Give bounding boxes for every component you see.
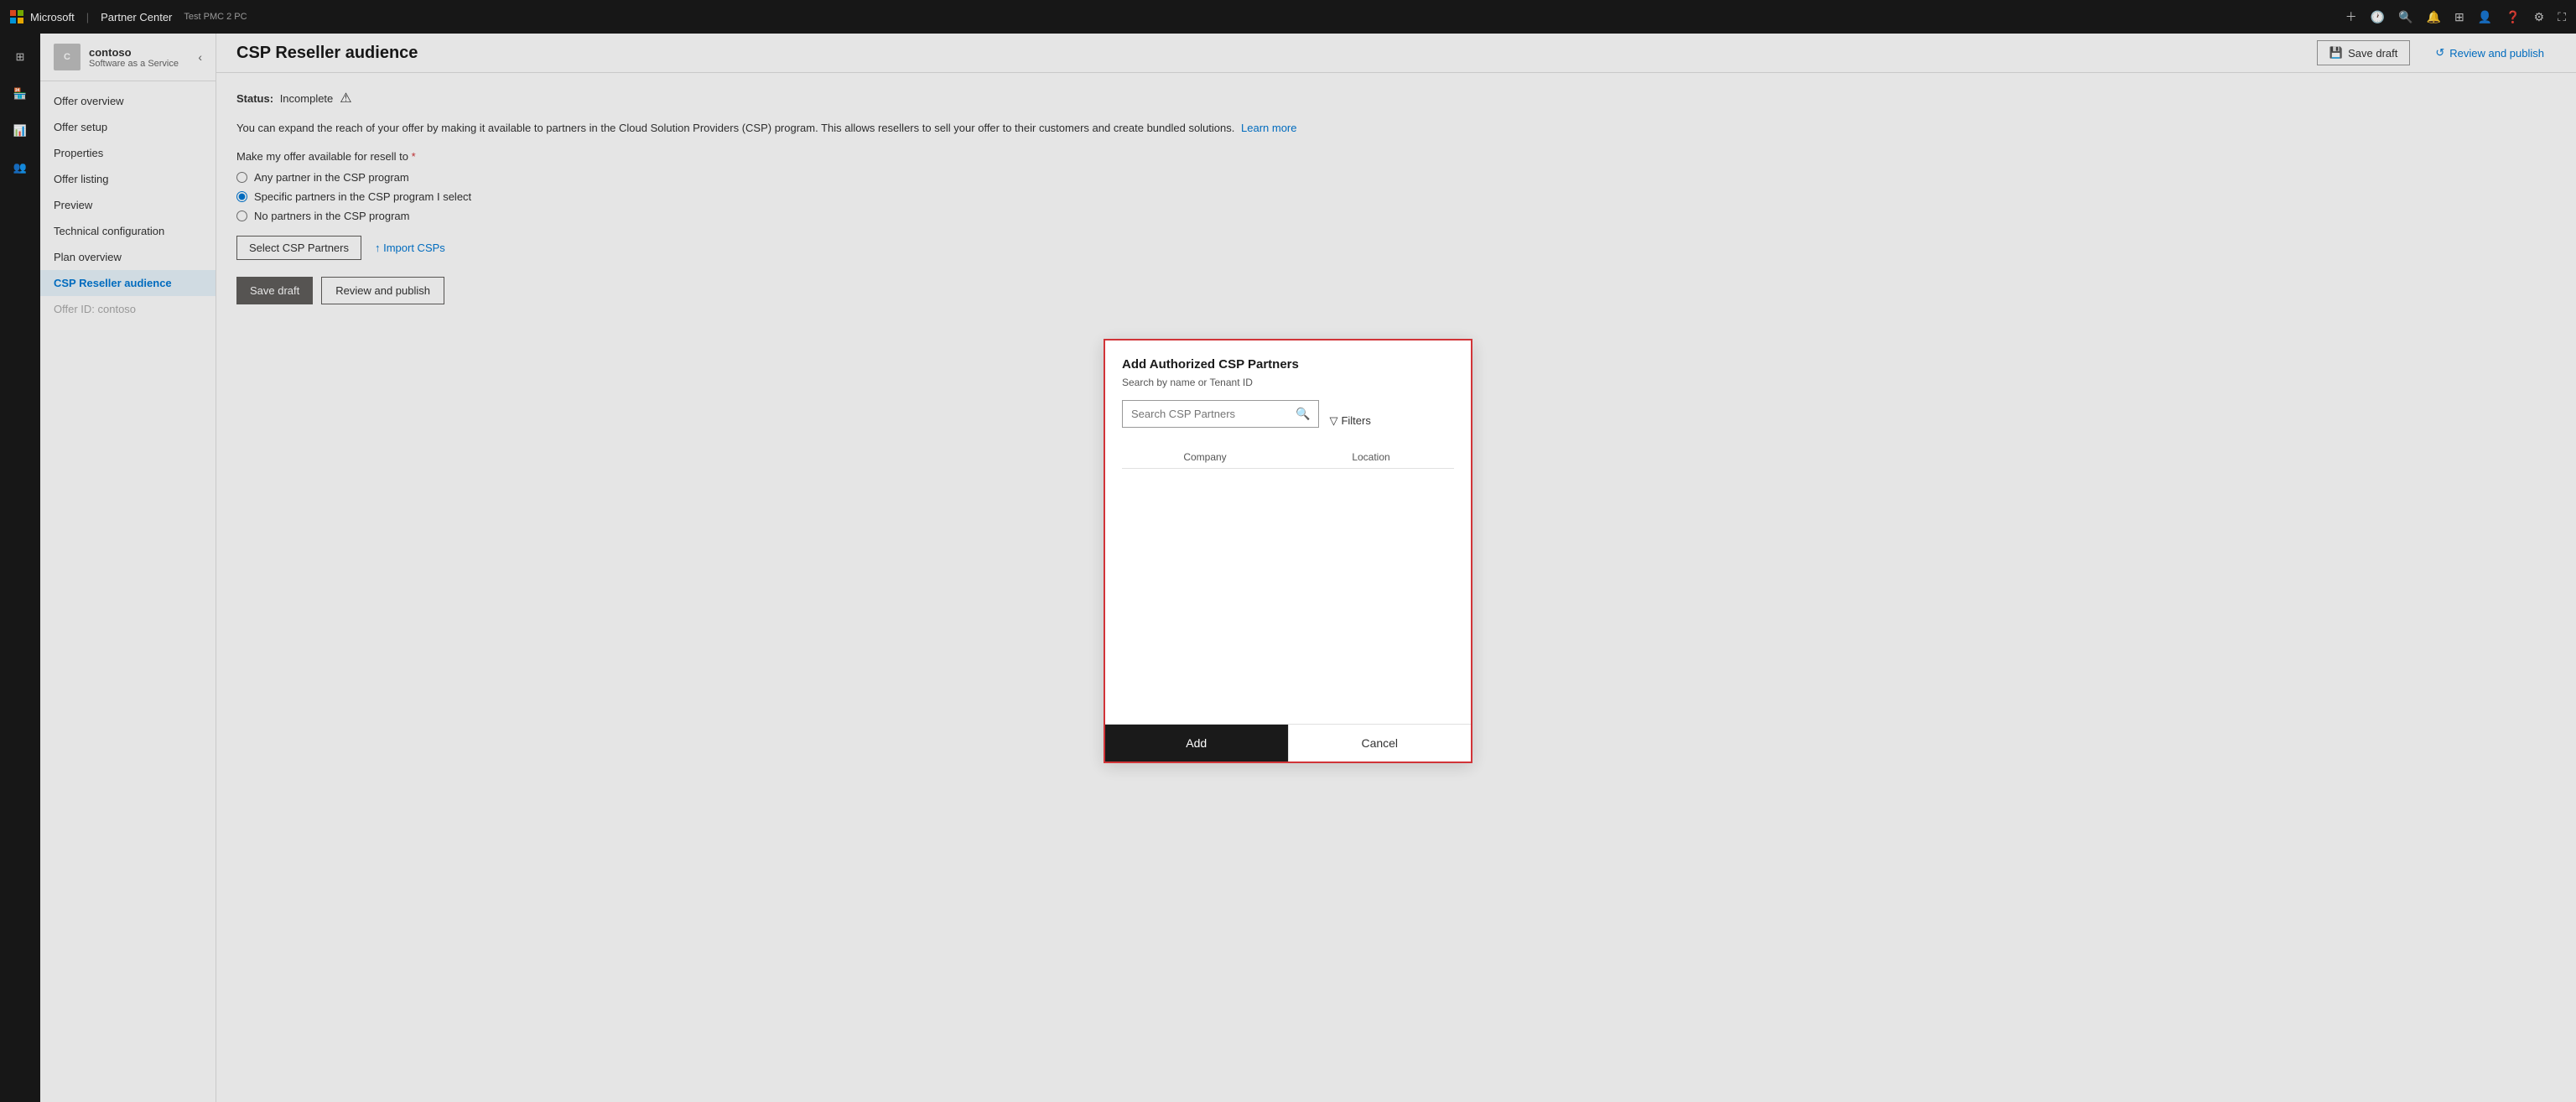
table-header: Company Location (1122, 451, 1454, 469)
table-header-company: Company (1122, 451, 1288, 463)
modal-title: Add Authorized CSP Partners (1122, 357, 1454, 372)
modal-footer: Add Cancel (1105, 724, 1471, 762)
search-bar: 🔍 (1122, 400, 1319, 428)
modal-add-button[interactable]: Add (1105, 725, 1288, 762)
search-bar-icon: 🔍 (1287, 401, 1318, 427)
search-row: 🔍 ▽ Filters (1122, 400, 1454, 441)
modal-overlay: Add Authorized CSP Partners Search by na… (0, 0, 2576, 1102)
filter-icon: ▽ (1329, 414, 1337, 428)
search-input[interactable] (1123, 402, 1287, 426)
modal-body: Add Authorized CSP Partners Search by na… (1105, 340, 1471, 724)
modal-empty-area (1122, 472, 1454, 707)
table-header-location: Location (1288, 451, 1454, 463)
add-csp-partners-modal: Add Authorized CSP Partners Search by na… (1104, 339, 1472, 763)
modal-cancel-button[interactable]: Cancel (1288, 725, 1472, 762)
filters-button[interactable]: ▽ Filters (1329, 414, 1370, 428)
modal-subtitle: Search by name or Tenant ID (1122, 377, 1454, 388)
